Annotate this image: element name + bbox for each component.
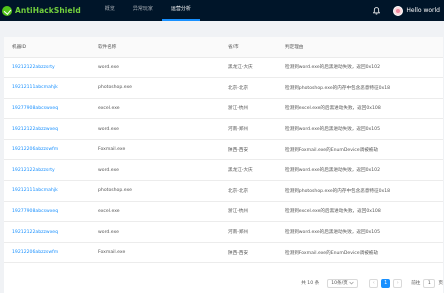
machine-id-link[interactable]: 19212122abzzwxeq (4, 118, 90, 140)
reason: 检测到Foxmail.exe的EnumDevice调被被劫 (277, 242, 443, 264)
prev-page-button[interactable]: ‹ (369, 278, 379, 288)
table-body: 19212122abzzsrty word.exe 黑龙江-大庆 检测到word… (4, 57, 443, 264)
app-logo[interactable]: AntiHackShield (0, 0, 81, 21)
machine-id-link[interactable]: 19212206abzzswfm (4, 242, 90, 264)
column-header-machine-id: 机器ID (4, 37, 90, 58)
software-name: photoshop.exe (90, 180, 220, 202)
jump-suffix: 页 (438, 281, 443, 286)
region: 北京-北京 (220, 77, 277, 99)
software-name: photoshop.exe (90, 77, 220, 99)
nav-item-operation-analysis[interactable]: 运营分析 (161, 0, 200, 21)
reason: 检测到photoshop.exe的内存中包含恶意特征0x18 (277, 77, 443, 99)
column-header-software: 软件名称 (90, 37, 220, 58)
reason: 检测到word.exe的后黑进动失败，返回0x102 (277, 159, 443, 182)
machine-id-link[interactable]: 19212122abzzwxeq (4, 221, 90, 243)
table-row: 19212122abzzsrty word.exe 黑龙江-大庆 检测到word… (4, 57, 443, 79)
user-name[interactable]: Hello world (406, 7, 440, 14)
table-row: 19212122abzzsrty word.exe 黑龙江-大庆 检测到word… (4, 159, 443, 182)
machine-id-link[interactable]: 19277908abcswxeq (4, 201, 90, 223)
reason: 检测到word.exe的后黑进动失败，返回0x105 (277, 221, 443, 243)
page-number-current[interactable]: 1 (381, 278, 391, 288)
software-name: word.exe (90, 118, 220, 140)
region: 陕西-西安 (220, 242, 277, 264)
table-row: 19277908abcswxeq excel.exe 浙江-杭州 检测到exce… (4, 201, 443, 223)
shield-check-icon (2, 5, 12, 16)
region: 河南-郑州 (220, 221, 277, 243)
table-row: 19212206abzzswfm Foxmail.exe 陕西-西安 检测到Fo… (4, 242, 443, 264)
software-name: Foxmail.exe (90, 139, 220, 161)
region: 黑龙江-大庆 (220, 159, 277, 182)
page-size-select[interactable]: 10条/页 (327, 278, 359, 288)
reason: 检测到photoshop.exe的内存中包含恶意特征0x18 (277, 180, 443, 202)
table-row: 19212122abzzwxeq word.exe 河南-郑州 检测到word.… (4, 118, 443, 140)
nav-item-overview[interactable]: 概览 (96, 0, 124, 21)
table-row: 19277908abcswxeq excel.exe 浙江-杭州 检测到exce… (4, 98, 443, 120)
bell-icon[interactable] (371, 6, 381, 16)
pagination: 共 10 条 10条/页 ‹ 1 › 前往 1 页 (4, 276, 443, 290)
reason: 检测到excel.exe的后黑进动失败，返回0x108 (277, 98, 443, 120)
jump-label: 前往 (411, 281, 421, 286)
region: 浙江-杭州 (220, 201, 277, 223)
column-header-region: 省/市 (220, 37, 277, 58)
machine-id-link[interactable]: 19277908abcswxeq (4, 98, 90, 120)
software-name: excel.exe (90, 201, 220, 223)
page-size-value: 10条/页 (331, 281, 348, 286)
table-row: 19212111abcmahjk photoshop.exe 北京-北京 检测到… (4, 180, 443, 202)
machine-id-link[interactable]: 19212111abcmahjk (4, 180, 90, 202)
detection-table: 机器ID 软件名称 省/市 判定理由 19212122abzzsrty word… (4, 37, 443, 264)
jump-page-input[interactable]: 1 (423, 278, 436, 288)
chevron-down-icon (349, 281, 354, 285)
column-header-reason: 判定理由 (277, 37, 443, 58)
reason: 检测到excel.exe的后黑进动失败，返回0x108 (277, 201, 443, 223)
avatar[interactable] (393, 5, 404, 16)
software-name: Foxmail.exe (90, 242, 220, 264)
software-name: word.exe (90, 159, 220, 182)
table-header-row: 机器ID 软件名称 省/市 判定理由 (4, 37, 443, 58)
region: 浙江-杭州 (220, 98, 277, 120)
table-row: 19212111abcmahjk photoshop.exe 北京-北京 检测到… (4, 77, 443, 99)
reason: 检测到word.exe的后黑进动失败，返回0x105 (277, 118, 443, 140)
reason: 检测到word.exe的后黑进动失败，返回0x102 (277, 57, 443, 79)
region: 北京-北京 (220, 180, 277, 202)
nav-item-abnormal-players[interactable]: 异常玩家 (124, 0, 162, 21)
table-row: 19212206abzzswfm Foxmail.exe 陕西-西安 检测到Fo… (4, 139, 443, 161)
pagination-total: 共 10 条 (301, 281, 320, 286)
software-name: word.exe (90, 221, 220, 243)
machine-id-link[interactable]: 19212122abzzsrty (4, 57, 90, 79)
main-nav: 概览 异常玩家 运营分析 (96, 0, 200, 21)
region: 黑龙江-大庆 (220, 57, 277, 79)
machine-id-link[interactable]: 19212206abzzswfm (4, 139, 90, 161)
region: 陕西-西安 (220, 139, 277, 161)
main-content: 机器ID 软件名称 省/市 判定理由 19212122abzzsrty word… (4, 37, 443, 293)
reason: 检测到Foxmail.exe的EnumDevice调被被劫 (277, 139, 443, 161)
user-area: Hello world (371, 0, 444, 21)
machine-id-link[interactable]: 19212111abcmahjk (4, 77, 90, 99)
machine-id-link[interactable]: 19212122abzzsrty (4, 159, 90, 182)
app-title: AntiHackShield (15, 6, 81, 15)
top-navbar: AntiHackShield 概览 异常玩家 运营分析 Hello world (0, 0, 444, 21)
table-row: 19212122abzzwxeq word.exe 河南-郑州 检测到word.… (4, 221, 443, 243)
next-page-button[interactable]: › (393, 278, 403, 288)
software-name: word.exe (90, 57, 220, 79)
region: 河南-郑州 (220, 118, 277, 140)
software-name: excel.exe (90, 98, 220, 120)
